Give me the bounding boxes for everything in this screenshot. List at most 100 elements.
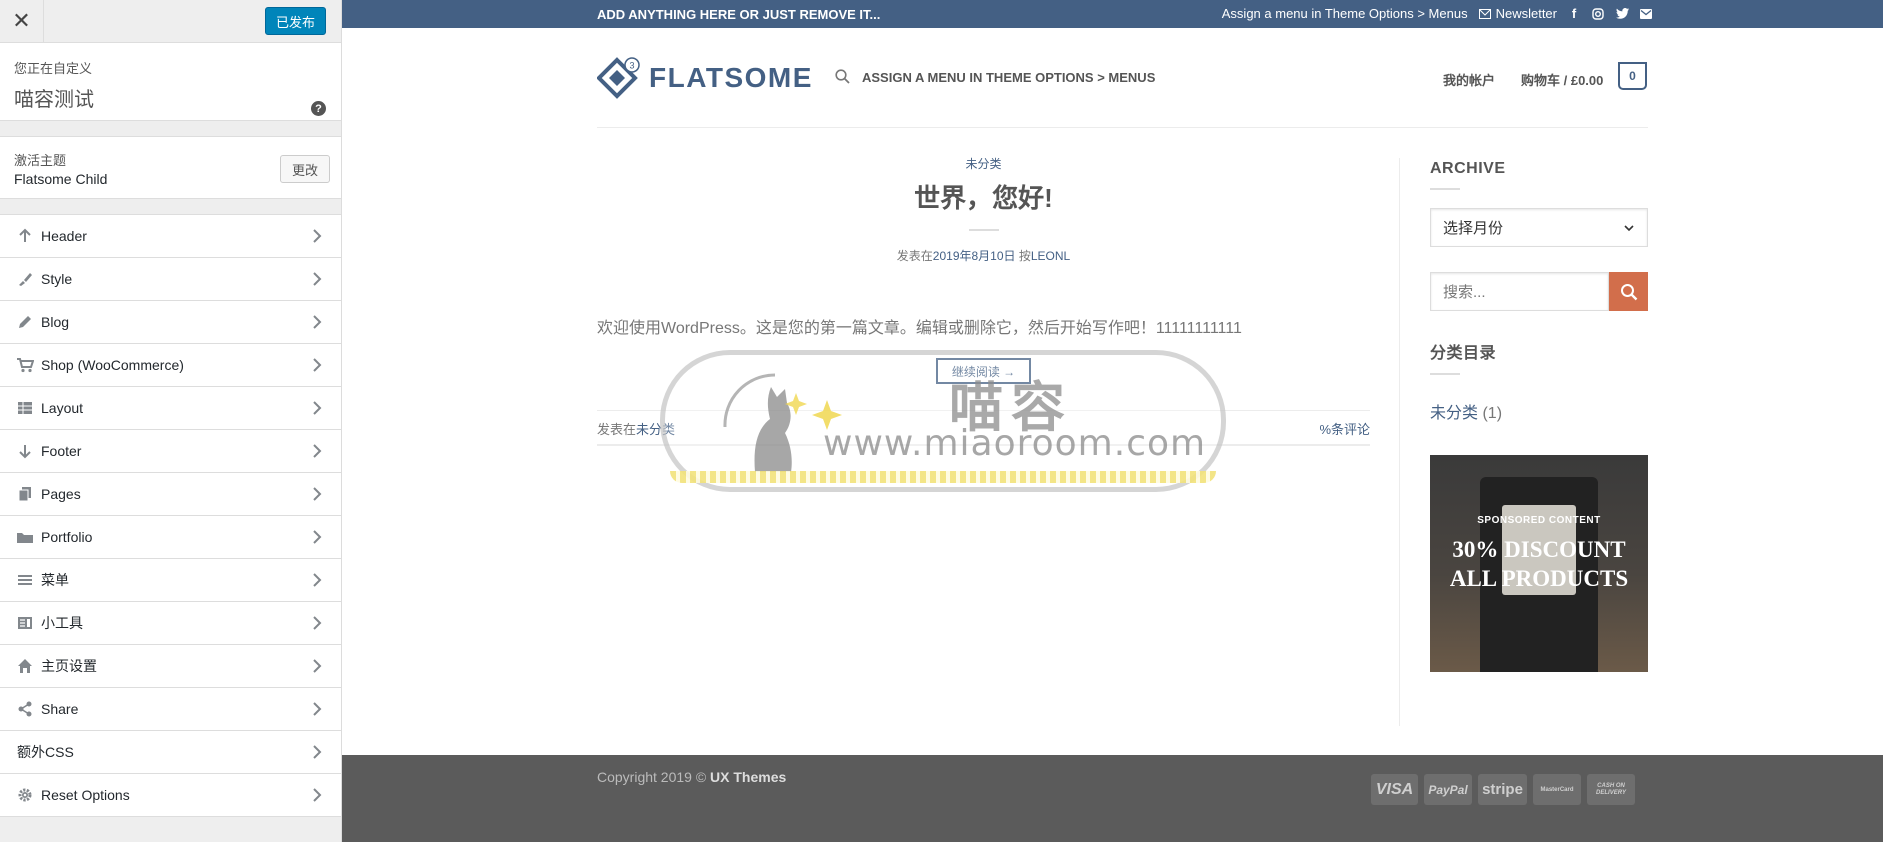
newsletter-link[interactable]: Newsletter [1496,6,1557,21]
menu-icon [15,570,35,590]
chevron-right-icon [313,444,322,458]
table-icon [15,398,35,418]
cart-count-badge[interactable]: 0 [1618,62,1647,90]
instagram-icon[interactable] [1591,7,1605,21]
chevron-right-icon [313,530,322,544]
promo-banner[interactable]: SPONSORED CONTENT 30% DISCOUNT ALL PRODU… [1430,455,1648,672]
search-form: 搜索... [1430,272,1648,311]
post-excerpt: 欢迎使用WordPress。这是您的第一篇文章。编辑或删除它，然后开始写作吧！1… [597,320,1242,337]
search-input[interactable]: 搜索... [1430,272,1609,311]
top-bar-right: Assign a menu in Theme Options > Menus N… [1222,6,1653,21]
post-author[interactable]: LEONL [1031,249,1070,263]
gear-icon [15,785,35,805]
site-header: 3 FLATSOME ASSIGN A MENU IN THEME OPTION… [597,28,1648,128]
post-footer-prefix: 发表在 [597,422,637,437]
panel-item-item-9[interactable]: 小工具 [0,602,341,645]
archive-select[interactable]: 选择月份 [1430,208,1648,247]
panel-item-label: Style [41,271,73,287]
cart-icon [15,355,35,375]
categories-title: 分类目录 [1430,345,1497,362]
chevron-right-icon [313,487,322,501]
chevron-right-icon [313,401,322,415]
brush-icon [15,269,35,289]
panel-item-item-8[interactable]: 菜单 [0,559,341,602]
customizing-label: 您正在自定义 [14,61,93,76]
panel-item-shop-woocommerce[interactable]: Shop (WooCommerce) [0,344,341,387]
category-item: 未分类 (1) [1430,399,1648,423]
visa-icon: VISA [1371,774,1418,805]
panel-item-label: Layout [41,400,84,416]
post-meta: 发表在2019年8月10日 按LEONL [597,247,1370,264]
panel-item-label: 主页设置 [41,658,97,674]
help-icon[interactable]: ? [311,101,326,116]
main-menu-placeholder[interactable]: ASSIGN A MENU IN THEME OPTIONS > MENUS [862,70,1155,85]
panel-item-item-10[interactable]: 主页设置 [0,645,341,688]
my-account-link[interactable]: 我的帐户 [1443,70,1495,89]
chevron-right-icon [313,788,322,802]
post-title[interactable]: 世界，您好! [597,178,1370,215]
top-bar-menu-link[interactable]: Assign a menu in Theme Options > Menus [1222,6,1468,21]
arrow-down-icon [15,441,35,461]
chevron-right-icon [313,573,322,587]
post-category[interactable]: 未分类 [597,155,1370,172]
change-theme-button[interactable]: 更改 [279,155,330,183]
panel-item-reset-options[interactable]: Reset Options [0,774,341,817]
chevron-down-icon [1624,225,1634,232]
panel-item-label: 菜单 [41,572,69,588]
close-icon[interactable]: ✕ [0,0,44,42]
search-button[interactable] [1609,272,1648,311]
cash-on-delivery-icon: CASH ON DELIVERY [1587,774,1635,805]
chevron-right-icon [313,659,322,673]
panel-item-css[interactable]: 额外CSS [0,731,341,774]
categories-divider [1430,373,1460,375]
publish-button[interactable]: 已发布 [264,7,326,35]
panel-item-share[interactable]: Share [0,688,341,731]
copyright: Copyright 2019 © UX Themes [597,769,786,785]
panel-item-footer[interactable]: Footer [0,430,341,473]
customizer-header: ✕ 已发布 [0,0,341,43]
flatsome-logo-icon: 3 [597,57,640,99]
panel-item-header[interactable]: Header [0,215,341,258]
promo-headline: 30% DISCOUNT ALL PRODUCTS [1430,535,1648,593]
panel-item-layout[interactable]: Layout [0,387,341,430]
site-title: 喵容测试 [14,89,94,111]
panel-item-label: Blog [41,314,70,330]
email-icon[interactable] [1639,7,1653,21]
post-meta-by: 按 [1015,249,1031,263]
search-icon[interactable] [835,69,850,89]
panel-item-label: Portfolio [41,529,93,545]
category-count: (1) [1478,405,1503,422]
pages-icon [15,484,35,504]
panel-item-pages[interactable]: Pages [0,473,341,516]
promo-line-2: ALL PRODUCTS [1449,566,1629,591]
chevron-right-icon [313,358,322,372]
post-meta-prefix: 发表在 [896,249,933,263]
watermark-dots [670,471,1216,483]
post-date[interactable]: 2019年8月10日 [933,249,1016,263]
payment-icons: VISA PayPal stripe MasterCard CASH ON DE… [1371,774,1635,805]
category-link[interactable]: 未分类 [1430,405,1478,422]
panel-item-style[interactable]: Style [0,258,341,301]
folder-icon [15,527,35,547]
comments-link[interactable]: %条评论 [1319,419,1370,438]
panel-item-blog[interactable]: Blog [0,301,341,344]
cart-link[interactable]: 购物车 / £0.00 [1521,70,1603,89]
pencil-icon [15,312,35,332]
logo-badge: 3 [629,61,634,71]
facebook-icon[interactable]: f [1567,6,1581,21]
panel-item-label: Header [41,228,87,244]
promo-line-1: 30% DISCOUNT [1452,537,1626,562]
chevron-right-icon [313,616,322,630]
site-logo[interactable]: 3 FLATSOME [597,56,813,100]
panel-item-portfolio[interactable]: Portfolio [0,516,341,559]
home-icon [15,656,35,676]
site-preview: ADD ANYTHING HERE OR JUST REMOVE IT... A… [342,0,1883,842]
top-bar: ADD ANYTHING HERE OR JUST REMOVE IT... A… [342,0,1883,28]
panel-item-label: Shop (WooCommerce) [41,357,184,373]
preview-widgets: ARCHIVE 选择月份 搜索... 分类目录 未分类 (1) SPONSORE… [1430,160,1648,672]
top-bar-text: ADD ANYTHING HERE OR JUST REMOVE IT... [597,7,881,22]
panel-list: Header Style Blog Shop (WooCommerce) Layout F… [0,214,341,817]
promo-subtitle: SPONSORED CONTENT [1477,515,1601,526]
twitter-icon[interactable] [1615,7,1629,21]
copyright-brand[interactable]: UX Themes [710,769,786,785]
